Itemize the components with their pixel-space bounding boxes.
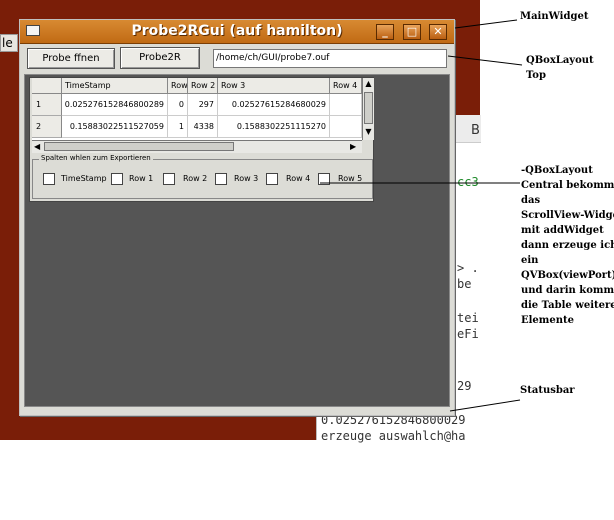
- annotation-statusbar: Statusbar: [520, 385, 575, 396]
- annotation-line-statusbar: [449, 399, 521, 412]
- annotation-top-layout: QBoxLayout Top: [526, 55, 594, 81]
- annotation-line-mainwidget: [454, 19, 518, 29]
- annotation-line-top: [447, 55, 523, 66]
- annotation-central-layout: -QBoxLayout Central bekommt das ScrollVi…: [521, 165, 614, 326]
- annotation-mainwidget: MainWidget: [520, 11, 589, 22]
